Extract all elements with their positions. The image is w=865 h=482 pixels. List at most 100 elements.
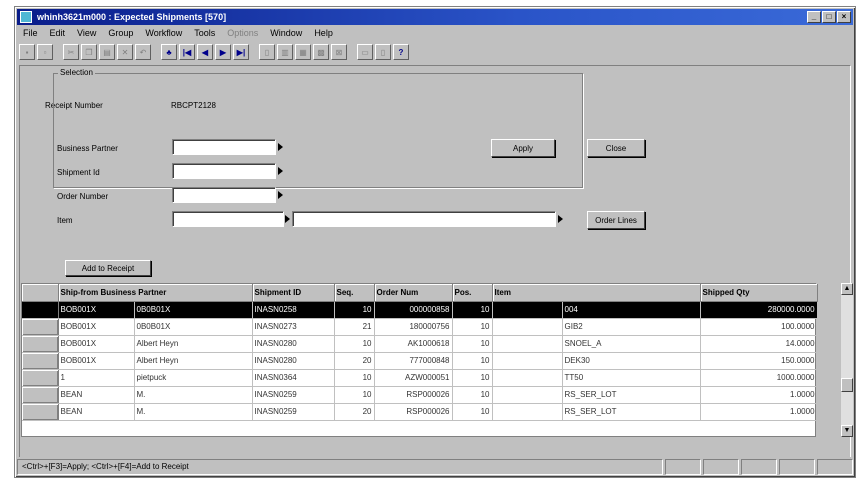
order-number-label: Order Number — [57, 192, 109, 201]
prev-record-icon[interactable]: ◀ — [197, 44, 213, 60]
menu-file[interactable]: File — [23, 26, 38, 40]
save-icon[interactable]: ▪ — [19, 44, 35, 60]
cell-item: DEK30 — [562, 352, 701, 370]
cell-order: RSP000026 — [374, 403, 453, 421]
table-row[interactable]: BOB001X 0B0B01X INASN0273 21 180000756 1… — [22, 318, 818, 336]
item-description-field[interactable] — [292, 211, 556, 227]
item-zoom-icon[interactable] — [285, 215, 290, 223]
undo-icon[interactable]: ↶ — [135, 44, 151, 60]
col-ship-from-bp[interactable]: Ship-from Business Partner — [58, 284, 253, 302]
cell-item: GIB2 — [562, 318, 701, 336]
table-row[interactable]: BEAN M. INASN0259 10 RSP000026 10 RS_SER… — [22, 386, 818, 404]
cut-icon[interactable]: ✂ — [63, 44, 79, 60]
close-button[interactable]: Close — [587, 139, 645, 157]
cell-item: 004 — [562, 301, 701, 319]
business-partner-zoom-icon[interactable] — [278, 143, 283, 151]
cell-item-project — [492, 386, 563, 404]
next-record-icon[interactable]: ▶ — [215, 44, 231, 60]
paste-icon[interactable]: ▤ — [99, 44, 115, 60]
col-shipment-id[interactable]: Shipment ID — [252, 284, 335, 302]
cell-item-project — [492, 369, 563, 387]
menu-workflow[interactable]: Workflow — [145, 26, 182, 40]
new-record-icon[interactable]: ▯ — [259, 44, 275, 60]
cell-seq: 10 — [334, 301, 375, 319]
add-to-receipt-button[interactable]: Add to Receipt — [65, 260, 151, 276]
table-row[interactable]: BOB001X 0B0B01X INASN0258 10 000000858 1… — [22, 301, 818, 319]
selection-title: Selection — [58, 68, 95, 77]
menu-group[interactable]: Group — [108, 26, 133, 40]
cell-qty: 280000.0000 — [700, 301, 818, 319]
cell-seq: 20 — [334, 403, 375, 421]
col-shipped-qty[interactable]: Shipped Qty — [700, 284, 818, 302]
cell-item-project — [492, 352, 563, 370]
row-selector[interactable] — [22, 301, 59, 319]
cell-seq: 10 — [334, 369, 375, 387]
cell-shipment: INASN0258 — [252, 301, 335, 319]
col-item[interactable]: Item — [492, 284, 701, 302]
cell-qty: 150.0000 — [700, 352, 818, 370]
item-description-zoom-icon[interactable] — [558, 215, 563, 223]
scroll-thumb[interactable] — [841, 378, 853, 392]
item-field[interactable] — [172, 211, 284, 227]
table-row[interactable]: BOB001X Albert Heyn INASN0280 20 7770008… — [22, 352, 818, 370]
help-icon[interactable]: ? — [393, 44, 409, 60]
row-selector[interactable] — [22, 369, 59, 387]
menu-edit[interactable]: Edit — [50, 26, 66, 40]
menu-help[interactable]: Help — [314, 26, 333, 40]
close-window-button[interactable]: × — [837, 11, 851, 23]
grid-icon[interactable]: ▦ — [295, 44, 311, 60]
status-cell — [665, 459, 701, 475]
remove-icon[interactable]: ⊠ — [331, 44, 347, 60]
apply-button[interactable]: Apply — [491, 139, 555, 157]
business-partner-field[interactable] — [172, 139, 276, 155]
order-number-zoom-icon[interactable] — [278, 191, 283, 199]
col-seq[interactable]: Seq. — [334, 284, 375, 302]
text-icon[interactable]: ▭ — [357, 44, 373, 60]
menu-options-disabled: Options — [227, 28, 259, 38]
row-selector[interactable] — [22, 386, 59, 404]
cell-bp: 1 — [58, 369, 135, 387]
delete-icon[interactable]: ✕ — [117, 44, 133, 60]
window-title: whinh3621m000 : Expected Shipments [570] — [37, 12, 227, 22]
cell-order: AZW000051 — [374, 369, 453, 387]
row-selector[interactable] — [22, 335, 59, 353]
table-icon[interactable]: ▩ — [313, 44, 329, 60]
menu-tools[interactable]: Tools — [194, 26, 215, 40]
row-selector-header — [22, 284, 59, 302]
shipment-id-field[interactable] — [172, 163, 276, 179]
table-row[interactable]: 1 pietpuck INASN0364 10 AZW000051 10 TT5… — [22, 369, 818, 387]
scroll-up-icon[interactable]: ▲ — [841, 283, 853, 295]
maximize-button[interactable]: □ — [822, 11, 836, 23]
table-row[interactable]: BOB001X Albert Heyn INASN0280 10 AK10006… — [22, 335, 818, 353]
find-icon[interactable]: ♣ — [161, 44, 177, 60]
first-record-icon[interactable]: |◀ — [179, 44, 195, 60]
order-number-field[interactable] — [172, 187, 276, 203]
main-window: whinh3621m000 : Expected Shipments [570]… — [14, 6, 856, 478]
table-row[interactable]: BEAN M. INASN0259 20 RSP000026 10 RS_SER… — [22, 403, 818, 421]
duplicate-icon[interactable]: ▥ — [277, 44, 293, 60]
row-selector[interactable] — [22, 403, 59, 421]
cell-pos: 10 — [452, 369, 493, 387]
minimize-button[interactable]: _ — [807, 11, 821, 23]
scroll-down-icon[interactable]: ▼ — [841, 425, 853, 437]
col-pos[interactable]: Pos. — [452, 284, 493, 302]
menu-window[interactable]: Window — [270, 26, 302, 40]
cell-seq: 21 — [334, 318, 375, 336]
cell-qty: 1.0000 — [700, 386, 818, 404]
shipment-id-zoom-icon[interactable] — [278, 167, 283, 175]
copy-icon[interactable]: ❐ — [81, 44, 97, 60]
col-order-num[interactable]: Order Num — [374, 284, 453, 302]
last-record-icon[interactable]: ▶| — [233, 44, 249, 60]
order-lines-button[interactable]: Order Lines — [587, 211, 645, 229]
print-icon[interactable]: ▫ — [37, 44, 53, 60]
menu-view[interactable]: View — [77, 26, 96, 40]
row-selector[interactable] — [22, 352, 59, 370]
cell-seq: 10 — [334, 335, 375, 353]
cell-bp: BOB001X — [58, 352, 135, 370]
cell-order: AK1000618 — [374, 335, 453, 353]
lookup-icon[interactable]: ▯ — [375, 44, 391, 60]
cell-bp: BEAN — [58, 403, 135, 421]
grid-vertical-scrollbar[interactable]: ▲ ▼ — [841, 283, 853, 437]
row-selector[interactable] — [22, 318, 59, 336]
status-cell — [817, 459, 853, 475]
